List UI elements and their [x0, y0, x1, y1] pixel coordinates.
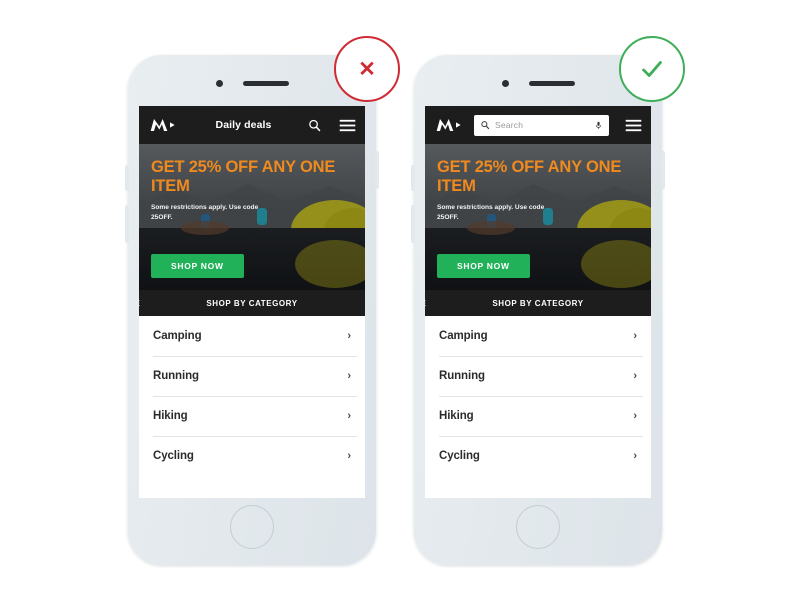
- tab-previous-partial[interactable]: ALE: [425, 299, 427, 308]
- hero-copy: GET 25% OFF ANY ONE ITEM Some restrictio…: [139, 144, 365, 222]
- category-tab-strip[interactable]: ALE SHOP BY CATEGORY SHO: [139, 290, 365, 316]
- tab-shop-by-category[interactable]: SHOP BY CATEGORY: [139, 299, 365, 308]
- promo-hero-banner[interactable]: GET 25% OFF ANY ONE ITEM Some restrictio…: [425, 144, 651, 290]
- home-button[interactable]: [230, 505, 274, 549]
- incorrect-example-badge: ✕: [334, 36, 400, 102]
- phone-screen-correct: Search GET 25% OFF ANY ONE ITEM Some res…: [425, 106, 651, 498]
- chevron-right-icon: ›: [633, 330, 637, 342]
- search-icon: [481, 121, 490, 130]
- category-label: Running: [439, 370, 485, 382]
- list-item[interactable]: Cycling ›: [425, 436, 651, 476]
- hero-headline: GET 25% OFF ANY ONE ITEM: [151, 158, 336, 195]
- hero-fine-print: Some restrictions apply. Use code 25OFF.: [151, 204, 259, 221]
- phone-mockup-correct: Search GET 25% OFF ANY ONE ITEM Some res…: [411, 55, 665, 565]
- front-camera-icon: [215, 79, 223, 87]
- list-item[interactable]: Running ›: [425, 356, 651, 396]
- microphone-icon: [595, 121, 602, 129]
- home-button[interactable]: [516, 505, 560, 549]
- earpiece-speaker: [242, 80, 289, 86]
- volume-up-button[interactable]: [125, 165, 129, 191]
- shop-now-button[interactable]: SHOP NOW: [151, 254, 244, 278]
- list-item[interactable]: Camping ›: [425, 316, 651, 356]
- category-list: Camping › Running › Hiking › Cycling ›: [139, 316, 365, 476]
- check-icon: [642, 61, 662, 77]
- hero-fine-print: Some restrictions apply. Use code 25OFF.: [437, 204, 545, 221]
- phone-screen-incorrect: Daily deals GET 25% OFF ANY ONE ITEM Som…: [139, 106, 365, 498]
- list-item[interactable]: Hiking ›: [425, 396, 651, 436]
- chevron-right-icon: ›: [347, 410, 351, 422]
- shop-now-button[interactable]: SHOP NOW: [437, 254, 530, 278]
- category-label: Camping: [153, 330, 202, 342]
- search-placeholder-text: Search: [495, 120, 524, 130]
- category-label: Camping: [439, 330, 488, 342]
- chevron-right-icon: ›: [347, 370, 351, 382]
- earpiece-speaker: [528, 80, 575, 86]
- hamburger-menu-icon[interactable]: [339, 119, 356, 132]
- power-button[interactable]: [375, 151, 379, 189]
- chevron-right-icon: ›: [633, 370, 637, 382]
- brand-logo-m-icon[interactable]: [434, 115, 466, 135]
- comparison-stage: Daily deals GET 25% OFF ANY ONE ITEM Som…: [0, 0, 800, 600]
- volume-down-button[interactable]: [125, 205, 129, 243]
- category-list: Camping › Running › Hiking › Cycling ›: [425, 316, 651, 476]
- list-item[interactable]: Hiking ›: [139, 396, 365, 436]
- chevron-right-icon: ›: [633, 410, 637, 422]
- category-label: Running: [153, 370, 199, 382]
- hamburger-menu-icon[interactable]: [625, 119, 642, 132]
- category-label: Hiking: [153, 410, 188, 422]
- header-title-daily-deals: Daily deals: [215, 119, 272, 131]
- app-header-bar: Search: [425, 106, 651, 144]
- category-label: Hiking: [439, 410, 474, 422]
- list-item[interactable]: Camping ›: [139, 316, 365, 356]
- correct-example-badge: [619, 36, 685, 102]
- list-item[interactable]: Running ›: [139, 356, 365, 396]
- category-label: Cycling: [439, 450, 480, 462]
- volume-up-button[interactable]: [411, 165, 415, 191]
- hero-copy: GET 25% OFF ANY ONE ITEM Some restrictio…: [425, 144, 651, 222]
- x-icon: ✕: [358, 57, 376, 81]
- front-camera-icon: [501, 79, 509, 87]
- tab-previous-partial[interactable]: ALE: [139, 299, 141, 308]
- hero-headline: GET 25% OFF ANY ONE ITEM: [437, 158, 622, 195]
- power-button[interactable]: [661, 151, 665, 189]
- chevron-right-icon: ›: [347, 450, 351, 462]
- brand-logo-m-icon[interactable]: [148, 115, 180, 135]
- category-tab-strip[interactable]: ALE SHOP BY CATEGORY SHO: [425, 290, 651, 316]
- volume-down-button[interactable]: [411, 205, 415, 243]
- phone-mockup-incorrect: Daily deals GET 25% OFF ANY ONE ITEM Som…: [125, 55, 379, 565]
- tab-shop-by-category[interactable]: SHOP BY CATEGORY: [425, 299, 651, 308]
- app-header-bar: Daily deals: [139, 106, 365, 144]
- category-label: Cycling: [153, 450, 194, 462]
- chevron-right-icon: ›: [633, 450, 637, 462]
- search-icon[interactable]: [307, 118, 322, 133]
- search-input[interactable]: Search: [474, 114, 609, 136]
- chevron-right-icon: ›: [347, 330, 351, 342]
- list-item[interactable]: Cycling ›: [139, 436, 365, 476]
- promo-hero-banner[interactable]: GET 25% OFF ANY ONE ITEM Some restrictio…: [139, 144, 365, 290]
